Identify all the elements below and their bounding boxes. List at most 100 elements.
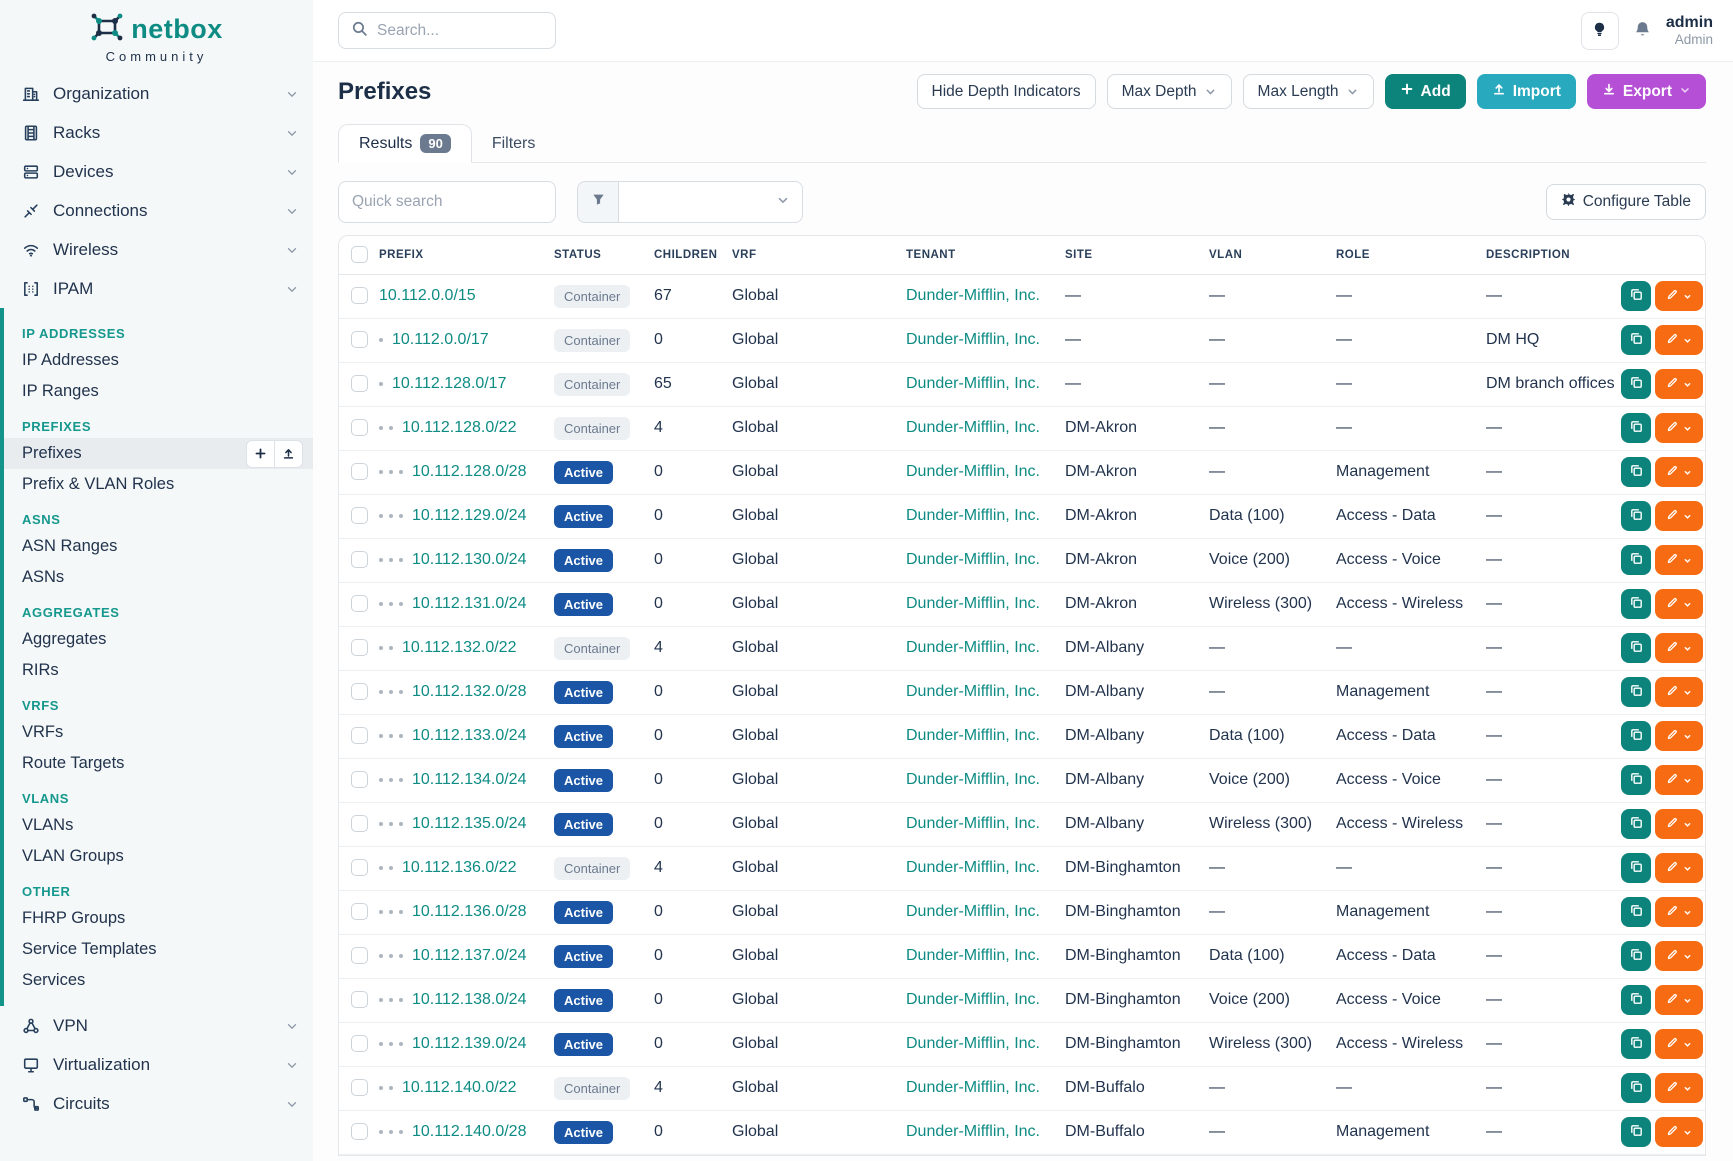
import-button[interactable]: Import xyxy=(1477,74,1576,109)
edit-button[interactable] xyxy=(1655,1073,1703,1103)
prefix-link[interactable]: 10.112.132.0/22 xyxy=(402,639,516,656)
role-cell[interactable]: Management xyxy=(1336,1110,1486,1154)
children-count[interactable]: 0 xyxy=(654,903,663,920)
site-cell[interactable]: DM-Buffalo xyxy=(1065,1110,1209,1154)
max-depth-dropdown[interactable]: Max Depth xyxy=(1107,74,1232,109)
role-cell[interactable]: Access - Voice xyxy=(1336,538,1486,582)
clone-button[interactable] xyxy=(1621,765,1651,795)
tenant-link[interactable]: Dunder-Mifflin, Inc. xyxy=(906,551,1040,568)
vlan-cell[interactable]: Voice (200) xyxy=(1209,758,1336,802)
column-header-site[interactable]: SITE xyxy=(1065,236,1209,274)
theme-toggle-button[interactable] xyxy=(1581,12,1619,50)
role-cell[interactable]: Access - Wireless xyxy=(1336,582,1486,626)
site-cell[interactable]: DM-Akron xyxy=(1065,494,1209,538)
site-cell[interactable]: DM-Binghamton xyxy=(1065,1022,1209,1066)
site-cell[interactable]: DM-Albany xyxy=(1065,670,1209,714)
row-checkbox[interactable] xyxy=(351,419,368,436)
row-checkbox[interactable] xyxy=(351,287,368,304)
notifications-button[interactable] xyxy=(1633,20,1652,42)
clone-button[interactable] xyxy=(1621,677,1651,707)
edit-button[interactable] xyxy=(1655,1117,1703,1147)
role-cell[interactable]: Access - Voice xyxy=(1336,978,1486,1022)
tenant-link[interactable]: Dunder-Mifflin, Inc. xyxy=(906,419,1040,436)
row-checkbox[interactable] xyxy=(351,771,368,788)
column-header-vlan[interactable]: VLAN xyxy=(1209,236,1336,274)
row-checkbox[interactable] xyxy=(351,551,368,568)
clone-button[interactable] xyxy=(1621,457,1651,487)
clone-button[interactable] xyxy=(1621,1073,1651,1103)
sidebar-item-vlans[interactable]: VLANs xyxy=(4,810,313,841)
sidebar-item-service-templates[interactable]: Service Templates xyxy=(4,934,313,965)
prefix-link[interactable]: 10.112.129.0/24 xyxy=(412,507,526,524)
prefix-link[interactable]: 10.112.140.0/22 xyxy=(402,1079,516,1096)
column-header-prefix[interactable]: PREFIX xyxy=(379,236,554,274)
clone-button[interactable] xyxy=(1621,589,1651,619)
children-count[interactable]: 0 xyxy=(654,947,663,964)
children-count[interactable]: 0 xyxy=(654,507,663,524)
prefix-link[interactable]: 10.112.128.0/17 xyxy=(392,375,506,392)
clone-button[interactable] xyxy=(1621,325,1651,355)
site-cell[interactable]: DM-Akron xyxy=(1065,538,1209,582)
children-count[interactable]: 0 xyxy=(654,331,663,348)
tenant-link[interactable]: Dunder-Mifflin, Inc. xyxy=(906,507,1040,524)
prefix-link[interactable]: 10.112.136.0/28 xyxy=(412,903,526,920)
sidebar-item-virtualization[interactable]: Virtualization xyxy=(0,1045,313,1084)
clone-button[interactable] xyxy=(1621,501,1651,531)
vlan-cell[interactable]: Wireless (300) xyxy=(1209,1022,1336,1066)
tenant-link[interactable]: Dunder-Mifflin, Inc. xyxy=(906,727,1040,744)
prefix-link[interactable]: 10.112.0.0/17 xyxy=(392,331,489,348)
role-cell[interactable]: Access - Wireless xyxy=(1336,1022,1486,1066)
quick-import-button[interactable] xyxy=(274,440,303,468)
sidebar-item-wireless[interactable]: Wireless xyxy=(0,230,313,269)
clone-button[interactable] xyxy=(1621,1029,1651,1059)
clone-button[interactable] xyxy=(1621,413,1651,443)
prefix-link[interactable]: 10.112.128.0/22 xyxy=(402,419,516,436)
clone-button[interactable] xyxy=(1621,369,1651,399)
vlan-cell[interactable]: Voice (200) xyxy=(1209,538,1336,582)
edit-button[interactable] xyxy=(1655,721,1703,751)
site-cell[interactable]: DM-Binghamton xyxy=(1065,978,1209,1022)
user-menu[interactable]: admin Admin xyxy=(1666,14,1713,48)
sidebar-item-asns[interactable]: ASNs xyxy=(4,562,313,593)
sidebar-item-circuits[interactable]: Circuits xyxy=(0,1084,313,1123)
edit-button[interactable] xyxy=(1655,413,1703,443)
tenant-link[interactable]: Dunder-Mifflin, Inc. xyxy=(906,683,1040,700)
edit-button[interactable] xyxy=(1655,281,1703,311)
edit-button[interactable] xyxy=(1655,457,1703,487)
max-length-dropdown[interactable]: Max Length xyxy=(1243,74,1374,109)
row-checkbox[interactable] xyxy=(351,683,368,700)
vlan-cell[interactable]: Data (100) xyxy=(1209,714,1336,758)
role-cell[interactable]: Management xyxy=(1336,450,1486,494)
row-checkbox[interactable] xyxy=(351,727,368,744)
brand-logo[interactable]: netbox Community xyxy=(0,0,313,74)
tenant-link[interactable]: Dunder-Mifflin, Inc. xyxy=(906,1079,1040,1096)
sidebar-item-rirs[interactable]: RIRs xyxy=(4,655,313,686)
column-header-role[interactable]: ROLE xyxy=(1336,236,1486,274)
sidebar-item-devices[interactable]: Devices xyxy=(0,152,313,191)
sidebar-item-racks[interactable]: Racks xyxy=(0,113,313,152)
clone-button[interactable] xyxy=(1621,897,1651,927)
site-cell[interactable]: DM-Akron xyxy=(1065,582,1209,626)
site-cell[interactable]: DM-Albany xyxy=(1065,802,1209,846)
edit-button[interactable] xyxy=(1655,325,1703,355)
row-checkbox[interactable] xyxy=(351,1123,368,1140)
sidebar-item-fhrp-groups[interactable]: FHRP Groups xyxy=(4,903,313,934)
tenant-link[interactable]: Dunder-Mifflin, Inc. xyxy=(906,375,1040,392)
sidebar-item-prefixes[interactable]: Prefixes xyxy=(4,438,313,469)
sidebar-item-connections[interactable]: Connections xyxy=(0,191,313,230)
configure-table-button[interactable]: Configure Table xyxy=(1546,184,1706,220)
clone-button[interactable] xyxy=(1621,545,1651,575)
tenant-link[interactable]: Dunder-Mifflin, Inc. xyxy=(906,595,1040,612)
clone-button[interactable] xyxy=(1621,853,1651,883)
row-checkbox[interactable] xyxy=(351,331,368,348)
prefix-link[interactable]: 10.112.133.0/24 xyxy=(412,727,526,744)
children-count[interactable]: 0 xyxy=(654,815,663,832)
children-count[interactable]: 0 xyxy=(654,1123,663,1140)
edit-button[interactable] xyxy=(1655,501,1703,531)
column-header-children[interactable]: CHILDREN xyxy=(654,236,732,274)
site-cell[interactable]: DM-Buffalo xyxy=(1065,1066,1209,1110)
clone-button[interactable] xyxy=(1621,721,1651,751)
tab-filters[interactable]: Filters xyxy=(472,126,556,162)
row-checkbox[interactable] xyxy=(351,595,368,612)
clone-button[interactable] xyxy=(1621,985,1651,1015)
